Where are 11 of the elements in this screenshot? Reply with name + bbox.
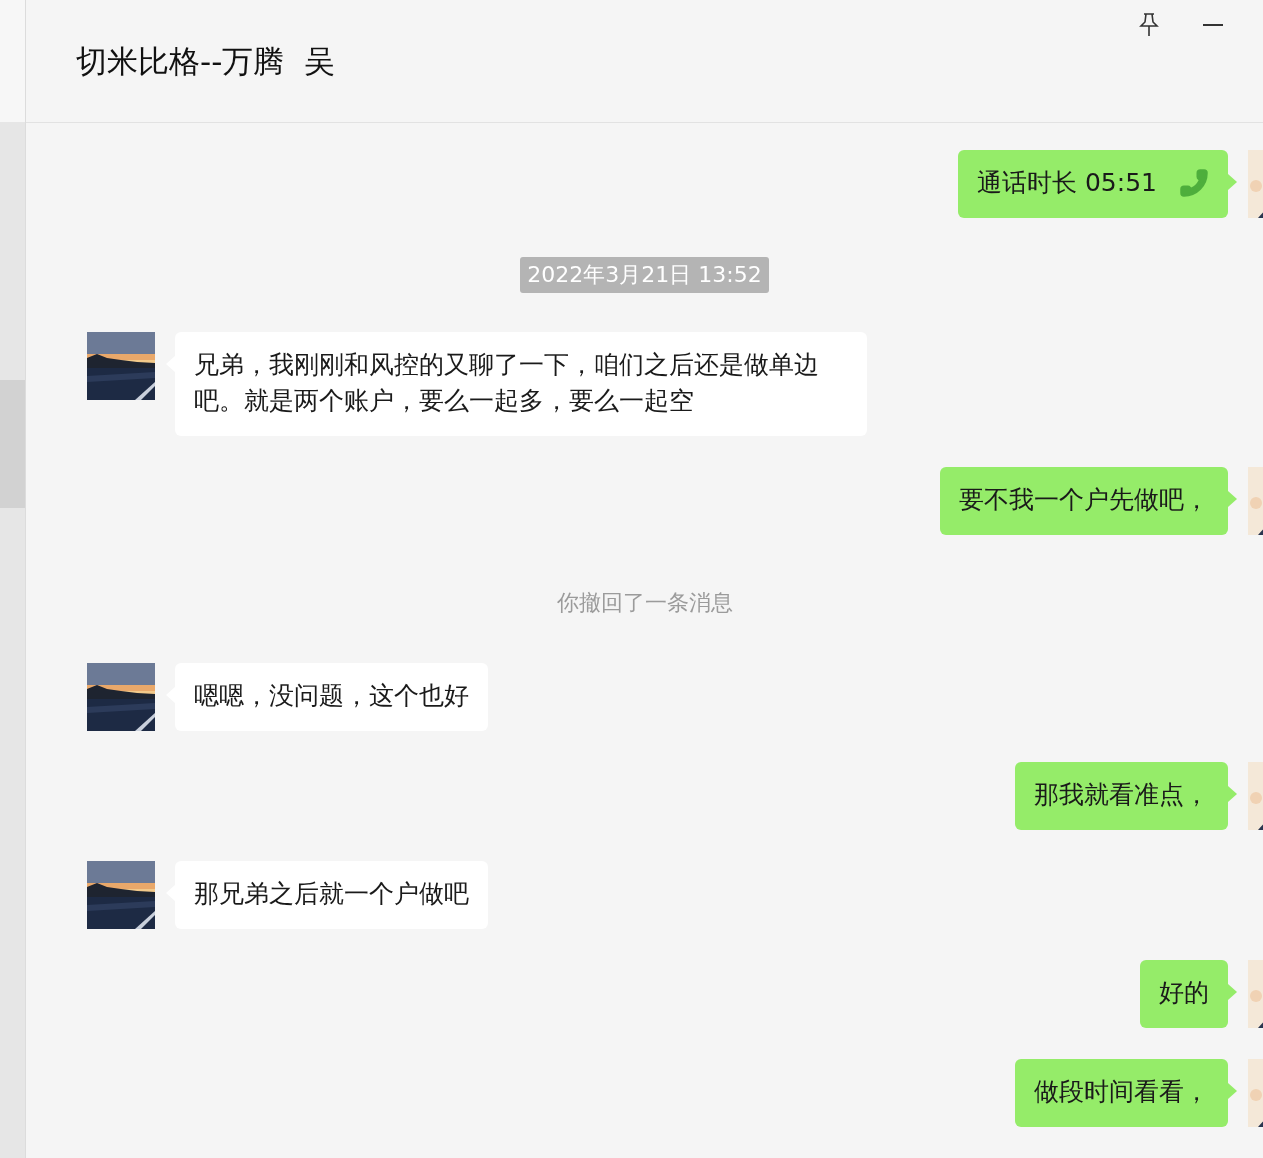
bubble-tail [1228, 491, 1237, 507]
minimize-icon[interactable] [1203, 23, 1223, 27]
bubble-tail [1228, 786, 1237, 802]
phone-icon [1179, 168, 1209, 198]
bubble-tail [1228, 984, 1237, 1000]
bubble-tail [1228, 1083, 1237, 1099]
bubble-tail [1228, 174, 1237, 190]
timestamp: 2022年3月21日 13:52 [520, 257, 769, 293]
chat-title: 切米比格--万腾 吴 [76, 42, 336, 81]
pin-icon[interactable] [1139, 12, 1159, 38]
system-notice: 你撤回了一条消息 [556, 589, 733, 617]
